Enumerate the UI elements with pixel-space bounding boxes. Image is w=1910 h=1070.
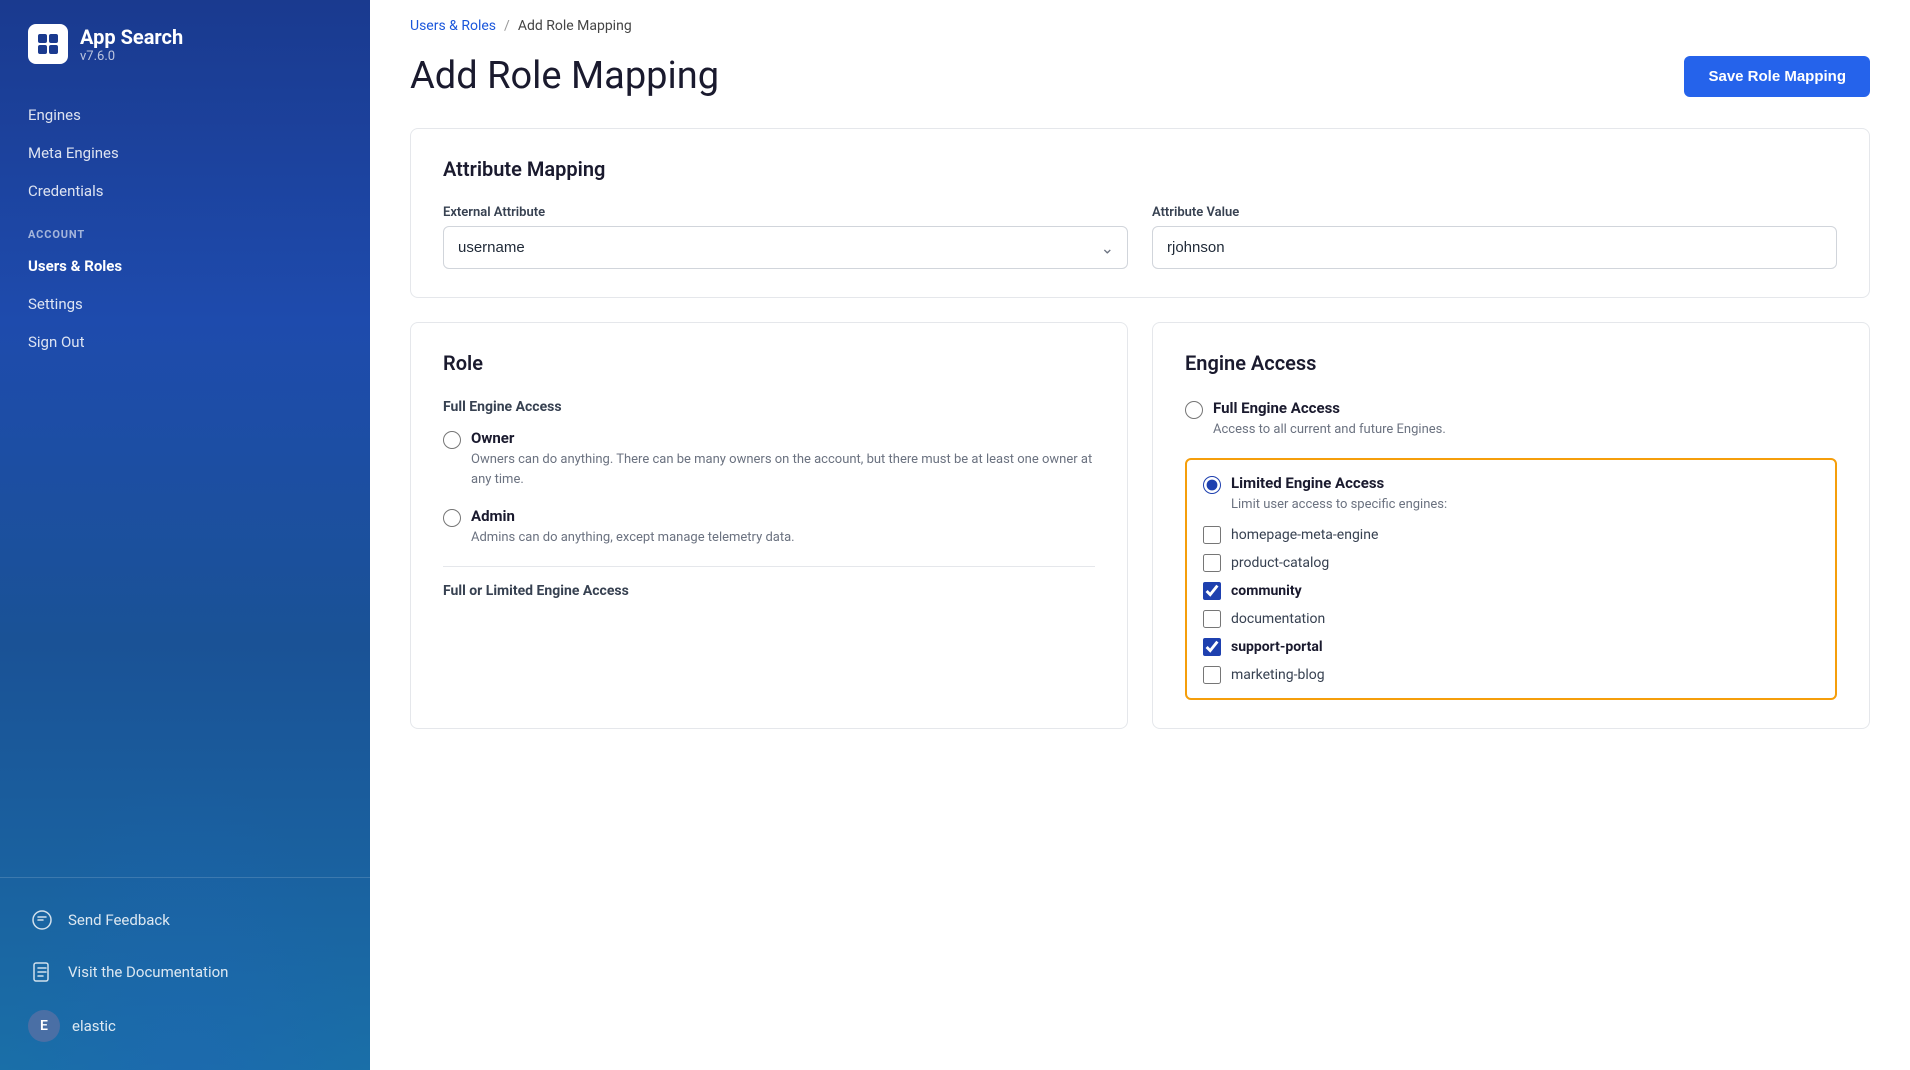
owner-radio[interactable]: [443, 431, 461, 449]
engine-access-panel: Engine Access Full Engine Access Access …: [1152, 322, 1870, 729]
role-panel-title: Role: [443, 351, 1095, 375]
engine-checkbox-community[interactable]: community: [1203, 582, 1819, 600]
full-engine-access-label-group: Full Engine Access Access to all current…: [1213, 399, 1446, 440]
engine-checkbox-marketing-blog[interactable]: marketing-blog: [1203, 666, 1819, 684]
community-label: community: [1231, 583, 1302, 599]
attribute-value-label: Attribute Value: [1152, 205, 1837, 220]
full-engine-access-radio[interactable]: [1185, 401, 1203, 419]
sidebar-nav: Engines Meta Engines Credentials ACCOUNT…: [0, 88, 370, 877]
full-engine-access-description: Access to all current and future Engines…: [1213, 420, 1446, 440]
admin-label-group: Admin Admins can do anything, except man…: [471, 507, 795, 548]
documentation-icon: [28, 958, 56, 986]
role-engine-row: Role Full Engine Access Owner Owners can…: [370, 322, 1910, 753]
app-version: v7.6.0: [80, 49, 183, 64]
attribute-mapping-title: Attribute Mapping: [443, 157, 1837, 181]
breadcrumb: Users & Roles / Add Role Mapping: [370, 0, 1910, 34]
sidebar-item-settings[interactable]: Settings: [0, 285, 370, 323]
marketing-blog-checkbox[interactable]: [1203, 666, 1221, 684]
main-content: Users & Roles / Add Role Mapping Add Rol…: [370, 0, 1910, 1070]
admin-label: Admin: [471, 507, 795, 525]
engine-access-title: Engine Access: [1185, 351, 1837, 375]
role-panel: Role Full Engine Access Owner Owners can…: [410, 322, 1128, 729]
send-feedback-label: Send Feedback: [68, 911, 170, 929]
engine-checkbox-list: homepage-meta-engine product-catalog com…: [1203, 526, 1819, 684]
sidebar-item-engines[interactable]: Engines: [0, 96, 370, 134]
breadcrumb-separator: /: [504, 18, 510, 34]
homepage-meta-engine-label: homepage-meta-engine: [1231, 527, 1378, 543]
engine-checkbox-documentation[interactable]: documentation: [1203, 610, 1819, 628]
page-title: Add Role Mapping: [410, 54, 719, 98]
full-or-limited-heading: Full or Limited Engine Access: [443, 583, 1095, 599]
role-divider: [443, 566, 1095, 567]
owner-description: Owners can do anything. There can be man…: [471, 450, 1095, 489]
user-profile[interactable]: E elastic: [0, 998, 370, 1054]
app-logo: [28, 24, 68, 64]
sidebar-item-credentials[interactable]: Credentials: [0, 172, 370, 210]
engine-checkbox-homepage-meta-engine[interactable]: homepage-meta-engine: [1203, 526, 1819, 544]
avatar: E: [28, 1010, 60, 1042]
send-feedback-button[interactable]: Send Feedback: [0, 894, 370, 946]
attribute-value-input[interactable]: [1152, 226, 1837, 269]
product-catalog-checkbox[interactable]: [1203, 554, 1221, 572]
limited-engine-access-box: Limited Engine Access Limit user access …: [1185, 458, 1837, 701]
owner-label-group: Owner Owners can do anything. There can …: [471, 429, 1095, 489]
limited-engine-access-description: Limit user access to specific engines:: [1231, 495, 1447, 515]
sidebar: App Search v7.6.0 Engines Meta Engines C…: [0, 0, 370, 1070]
limited-engine-access-radio[interactable]: [1203, 476, 1221, 494]
breadcrumb-parent-link[interactable]: Users & Roles: [410, 18, 496, 34]
attribute-value-group: Attribute Value: [1152, 205, 1837, 269]
admin-radio[interactable]: [443, 509, 461, 527]
attribute-mapping-card: Attribute Mapping External Attribute use…: [410, 128, 1870, 298]
sidebar-footer: Send Feedback Visit the Documentation E …: [0, 877, 370, 1070]
admin-option[interactable]: Admin Admins can do anything, except man…: [443, 507, 1095, 548]
visit-documentation-button[interactable]: Visit the Documentation: [0, 946, 370, 998]
sidebar-header: App Search v7.6.0: [0, 0, 370, 88]
support-portal-checkbox[interactable]: [1203, 638, 1221, 656]
support-portal-label: support-portal: [1231, 639, 1323, 655]
username-label: elastic: [72, 1017, 116, 1035]
sidebar-item-users-roles[interactable]: Users & Roles: [0, 247, 370, 285]
external-attribute-group: External Attribute username ⌄: [443, 205, 1128, 269]
product-catalog-label: product-catalog: [1231, 555, 1329, 571]
breadcrumb-current: Add Role Mapping: [518, 18, 632, 34]
save-role-mapping-button[interactable]: Save Role Mapping: [1684, 56, 1870, 97]
feedback-icon: [28, 906, 56, 934]
limited-engine-access-label: Limited Engine Access: [1231, 474, 1447, 492]
external-attribute-select-wrapper: username ⌄: [443, 226, 1128, 269]
admin-description: Admins can do anything, except manage te…: [471, 528, 795, 548]
full-engine-access-option[interactable]: Full Engine Access Access to all current…: [1185, 399, 1837, 440]
full-engine-access-label: Full Engine Access: [1213, 399, 1446, 417]
sidebar-item-sign-out[interactable]: Sign Out: [0, 323, 370, 361]
homepage-meta-engine-checkbox[interactable]: [1203, 526, 1221, 544]
engine-checkbox-product-catalog[interactable]: product-catalog: [1203, 554, 1819, 572]
attribute-row: External Attribute username ⌄ Attribute …: [443, 205, 1837, 269]
community-checkbox[interactable]: [1203, 582, 1221, 600]
sidebar-item-meta-engines[interactable]: Meta Engines: [0, 134, 370, 172]
app-name: App Search: [80, 25, 183, 49]
external-attribute-select[interactable]: username: [443, 226, 1128, 269]
documentation-label: documentation: [1231, 611, 1325, 627]
account-section-label: ACCOUNT: [0, 210, 370, 247]
limited-engine-access-option[interactable]: Limited Engine Access Limit user access …: [1203, 474, 1819, 515]
documentation-checkbox[interactable]: [1203, 610, 1221, 628]
engine-checkbox-support-portal[interactable]: support-portal: [1203, 638, 1819, 656]
external-attribute-label: External Attribute: [443, 205, 1128, 220]
owner-label: Owner: [471, 429, 1095, 447]
marketing-blog-label: marketing-blog: [1231, 667, 1325, 683]
limited-engine-access-label-group: Limited Engine Access Limit user access …: [1231, 474, 1447, 515]
owner-option[interactable]: Owner Owners can do anything. There can …: [443, 429, 1095, 489]
visit-documentation-label: Visit the Documentation: [68, 963, 228, 981]
full-engine-access-heading: Full Engine Access: [443, 399, 1095, 415]
page-header: Add Role Mapping Save Role Mapping: [370, 34, 1910, 128]
